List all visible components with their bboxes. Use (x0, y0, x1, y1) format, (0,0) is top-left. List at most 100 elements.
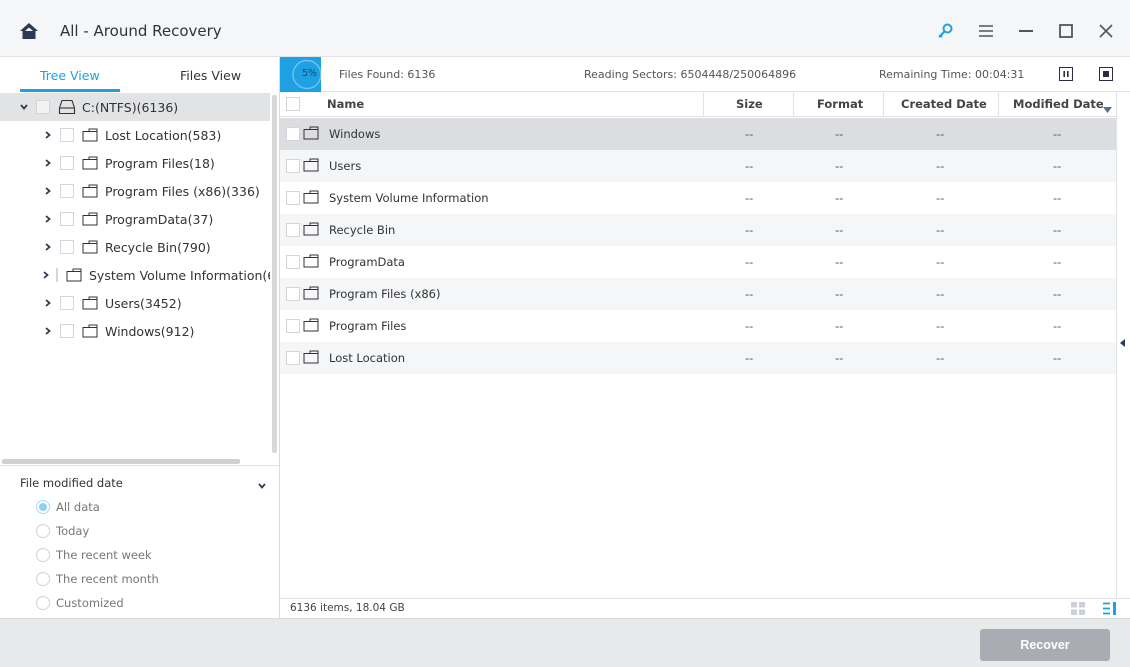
column-divider[interactable] (883, 92, 884, 117)
tree-vertical-scrollbar[interactable] (272, 95, 277, 453)
tree-checkbox[interactable] (36, 100, 50, 114)
recover-button[interactable]: Recover (980, 629, 1110, 661)
list-view-icon[interactable] (1103, 602, 1117, 618)
select-all-checkbox[interactable] (286, 97, 300, 111)
tree-item[interactable]: System Volume Information(6 (0, 261, 270, 289)
radio-button[interactable] (36, 596, 50, 610)
sort-desc-icon[interactable] (1103, 102, 1112, 116)
maximize-icon[interactable] (1056, 21, 1076, 41)
tab-tree-view[interactable]: Tree View (40, 68, 100, 83)
chevron-right-icon[interactable] (43, 158, 53, 168)
expand-panel-arrow-icon[interactable] (1120, 339, 1125, 347)
tree-checkbox[interactable] (60, 156, 74, 170)
filter-option-recent-month[interactable]: The recent month (36, 572, 159, 586)
tree-checkbox[interactable] (60, 296, 74, 310)
cell-size: -- (745, 319, 754, 333)
row-checkbox[interactable] (286, 351, 300, 365)
tree-root-drive[interactable]: C:(NTFS)(6136) (0, 93, 270, 121)
tree-item-label: ProgramData(37) (105, 211, 214, 227)
filter-option-all-data[interactable]: All data (36, 500, 100, 514)
table-row[interactable]: Program Files -- -- -- -- (280, 310, 1116, 342)
tree-item-label: Users(3452) (105, 295, 182, 311)
tree-item[interactable]: Windows(912) (0, 317, 270, 345)
tree-checkbox[interactable] (60, 184, 74, 198)
tree-item[interactable]: Lost Location(583) (0, 121, 270, 149)
menu-icon[interactable] (976, 21, 996, 41)
column-name[interactable]: Name (327, 92, 364, 117)
column-modified-date[interactable]: Modified Date (1013, 92, 1104, 117)
table-row[interactable]: Lost Location -- -- -- -- (280, 342, 1116, 374)
column-divider[interactable] (703, 92, 704, 117)
radio-button[interactable] (36, 500, 50, 514)
option-label: The recent week (56, 548, 152, 562)
row-checkbox[interactable] (286, 287, 300, 301)
tree-checkbox[interactable] (56, 268, 58, 282)
cell-size: -- (745, 191, 754, 205)
filter-option-customized[interactable]: Customized (36, 596, 124, 610)
folder-icon (82, 156, 98, 170)
tree-item-label: Lost Location(583) (105, 127, 222, 143)
column-size[interactable]: Size (736, 92, 763, 117)
filter-option-recent-week[interactable]: The recent week (36, 548, 152, 562)
tree-checkbox[interactable] (60, 212, 74, 226)
chevron-right-icon[interactable] (43, 298, 53, 308)
row-checkbox[interactable] (286, 223, 300, 237)
tree-checkbox[interactable] (60, 324, 74, 338)
drive-icon (58, 99, 76, 115)
radio-button[interactable] (36, 548, 50, 562)
cell-name: ProgramData (329, 255, 405, 269)
tab-files-view[interactable]: Files View (180, 68, 241, 83)
cell-modified-date: -- (1053, 255, 1062, 269)
table-row[interactable]: Recycle Bin -- -- -- -- (280, 214, 1116, 246)
chevron-right-icon[interactable] (43, 214, 53, 224)
tree-item[interactable]: Program Files (x86)(336) (0, 177, 270, 205)
row-checkbox[interactable] (286, 319, 300, 333)
table-row[interactable]: ProgramData -- -- -- -- (280, 246, 1116, 278)
column-divider[interactable] (998, 92, 999, 117)
cell-format: -- (835, 319, 844, 333)
table-row[interactable]: Program Files (x86) -- -- -- -- (280, 278, 1116, 310)
column-created-date[interactable]: Created Date (901, 92, 987, 117)
chevron-down-icon[interactable] (19, 102, 29, 112)
tree-item[interactable]: Recycle Bin(790) (0, 233, 270, 261)
folder-icon (303, 126, 319, 143)
radio-button[interactable] (36, 524, 50, 538)
folder-icon (303, 318, 319, 335)
folder-icon (303, 222, 319, 239)
radio-button[interactable] (36, 572, 50, 586)
pause-button[interactable] (1059, 67, 1073, 81)
filter-option-today[interactable]: Today (36, 524, 89, 538)
folder-icon (66, 268, 82, 282)
tree-horizontal-scrollbar[interactable] (2, 459, 240, 464)
chevron-right-icon[interactable] (43, 242, 53, 252)
close-icon[interactable] (1096, 21, 1116, 41)
table-row[interactable]: Windows -- -- -- -- (280, 118, 1116, 150)
cell-modified-date: -- (1053, 287, 1062, 301)
tree-item[interactable]: Program Files(18) (0, 149, 270, 177)
reading-sectors: Reading Sectors: 6504448/250064896 (584, 68, 797, 81)
cell-size: -- (745, 159, 754, 173)
tree-checkbox[interactable] (60, 128, 74, 142)
home-icon[interactable] (19, 22, 39, 40)
cell-name: Recycle Bin (329, 223, 396, 237)
stop-button[interactable] (1099, 67, 1113, 81)
table-row[interactable]: Users -- -- -- -- (280, 150, 1116, 182)
minimize-icon[interactable] (1016, 21, 1036, 41)
column-divider[interactable] (793, 92, 794, 117)
row-checkbox[interactable] (286, 127, 300, 141)
row-checkbox[interactable] (286, 191, 300, 205)
chevron-right-icon[interactable] (43, 186, 53, 196)
column-format[interactable]: Format (817, 92, 863, 117)
table-row[interactable]: System Volume Information -- -- -- -- (280, 182, 1116, 214)
chevron-right-icon[interactable] (43, 130, 53, 140)
chevron-right-icon[interactable] (43, 270, 49, 280)
row-checkbox[interactable] (286, 159, 300, 173)
grid-view-icon[interactable] (1071, 602, 1085, 618)
chevron-right-icon[interactable] (43, 326, 53, 336)
tree-item[interactable]: Users(3452) (0, 289, 270, 317)
tree-checkbox[interactable] (60, 240, 74, 254)
row-checkbox[interactable] (286, 255, 300, 269)
tree-item[interactable]: ProgramData(37) (0, 205, 270, 233)
chevron-down-icon[interactable] (258, 478, 266, 492)
key-icon[interactable] (935, 21, 955, 41)
